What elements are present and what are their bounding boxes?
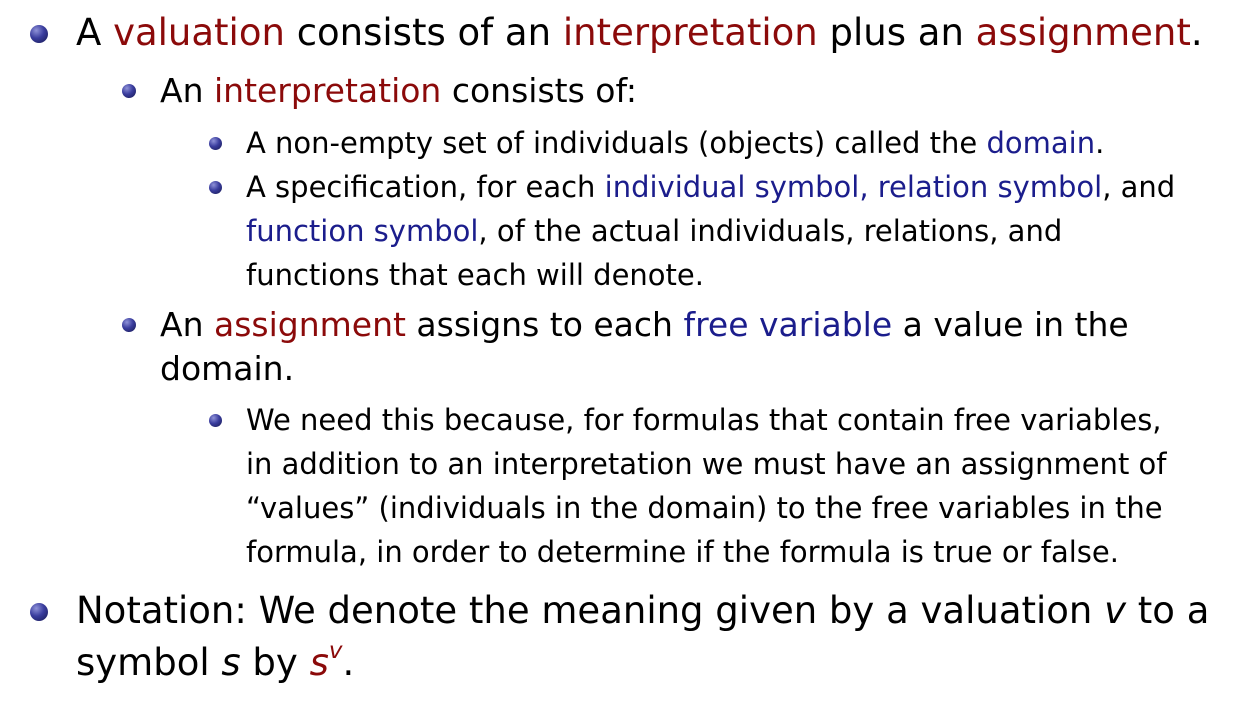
bullet-ball-icon [122,318,136,332]
bullet-free-variables-explanation: We need this because, for formulas that … [246,398,1166,574]
text: formula, in order to determine if the fo… [246,535,1119,569]
text: in addition to an interpretation we must… [246,447,1167,481]
text: An [160,71,214,110]
term-domain: domain [986,126,1096,160]
text: assigns to each [405,305,684,344]
text: . [1190,11,1203,54]
text: domain. [160,349,295,388]
bullet-interpretation: An interpretation consists of: [160,69,637,113]
bullet-ball-icon [209,181,222,194]
math-s: s [221,641,241,684]
term-interpretation: interpretation [213,71,442,110]
text: A non-empty set of individuals (objects)… [246,126,987,160]
bullet-ball-icon [209,414,222,427]
text: , of the actual individuals, relations, … [478,214,1063,248]
math-sup: v [328,637,343,664]
math-s-superscript-v: sv [309,637,343,684]
bullet-assignment: An assignment assigns to each free varia… [160,303,1129,391]
text: . [1095,126,1105,160]
text: A specification, for each [246,170,605,204]
term-function-symbol: function symbol [246,214,479,248]
math-base: s [309,641,329,684]
text: “values” (individuals in the domain) to … [246,491,1163,525]
bullet-ball-icon [30,603,48,621]
text: consists of: [441,71,638,110]
text: consists of an [284,11,563,54]
text: by [240,641,310,684]
bullet-notation: Notation: We denote the meaning given by… [76,585,1209,689]
text: , and [1102,170,1176,204]
text: . [342,641,355,684]
term-free-variable: free variable [683,305,893,344]
bullet-specification: A specification, for each individual sym… [246,165,1175,297]
term-assignment: assignment [975,11,1191,54]
slide: A valuation consists of an interpretatio… [0,0,1251,711]
text: symbol [76,641,222,684]
text: An [160,305,214,344]
bullet-domain: A non-empty set of individuals (objects)… [246,121,1104,165]
text: functions that each will denote. [246,258,704,292]
text: Notation: We denote the meaning given by… [76,589,1105,632]
text: A [76,11,114,54]
term-symbols: individual symbol, relation symbol [604,170,1103,204]
text: plus an [817,11,976,54]
bullet-valuation: A valuation consists of an interpretatio… [76,7,1203,59]
term-interpretation: interpretation [562,11,818,54]
bullet-ball-icon [30,25,48,43]
math-v: v [1104,589,1127,632]
term-assignment: assignment [213,305,406,344]
text: to a [1126,589,1210,632]
term-valuation: valuation [113,11,285,54]
bullet-ball-icon [122,84,136,98]
text: a value in the [892,305,1129,344]
text: We need this because, for formulas that … [246,403,1162,437]
bullet-ball-icon [209,137,222,150]
